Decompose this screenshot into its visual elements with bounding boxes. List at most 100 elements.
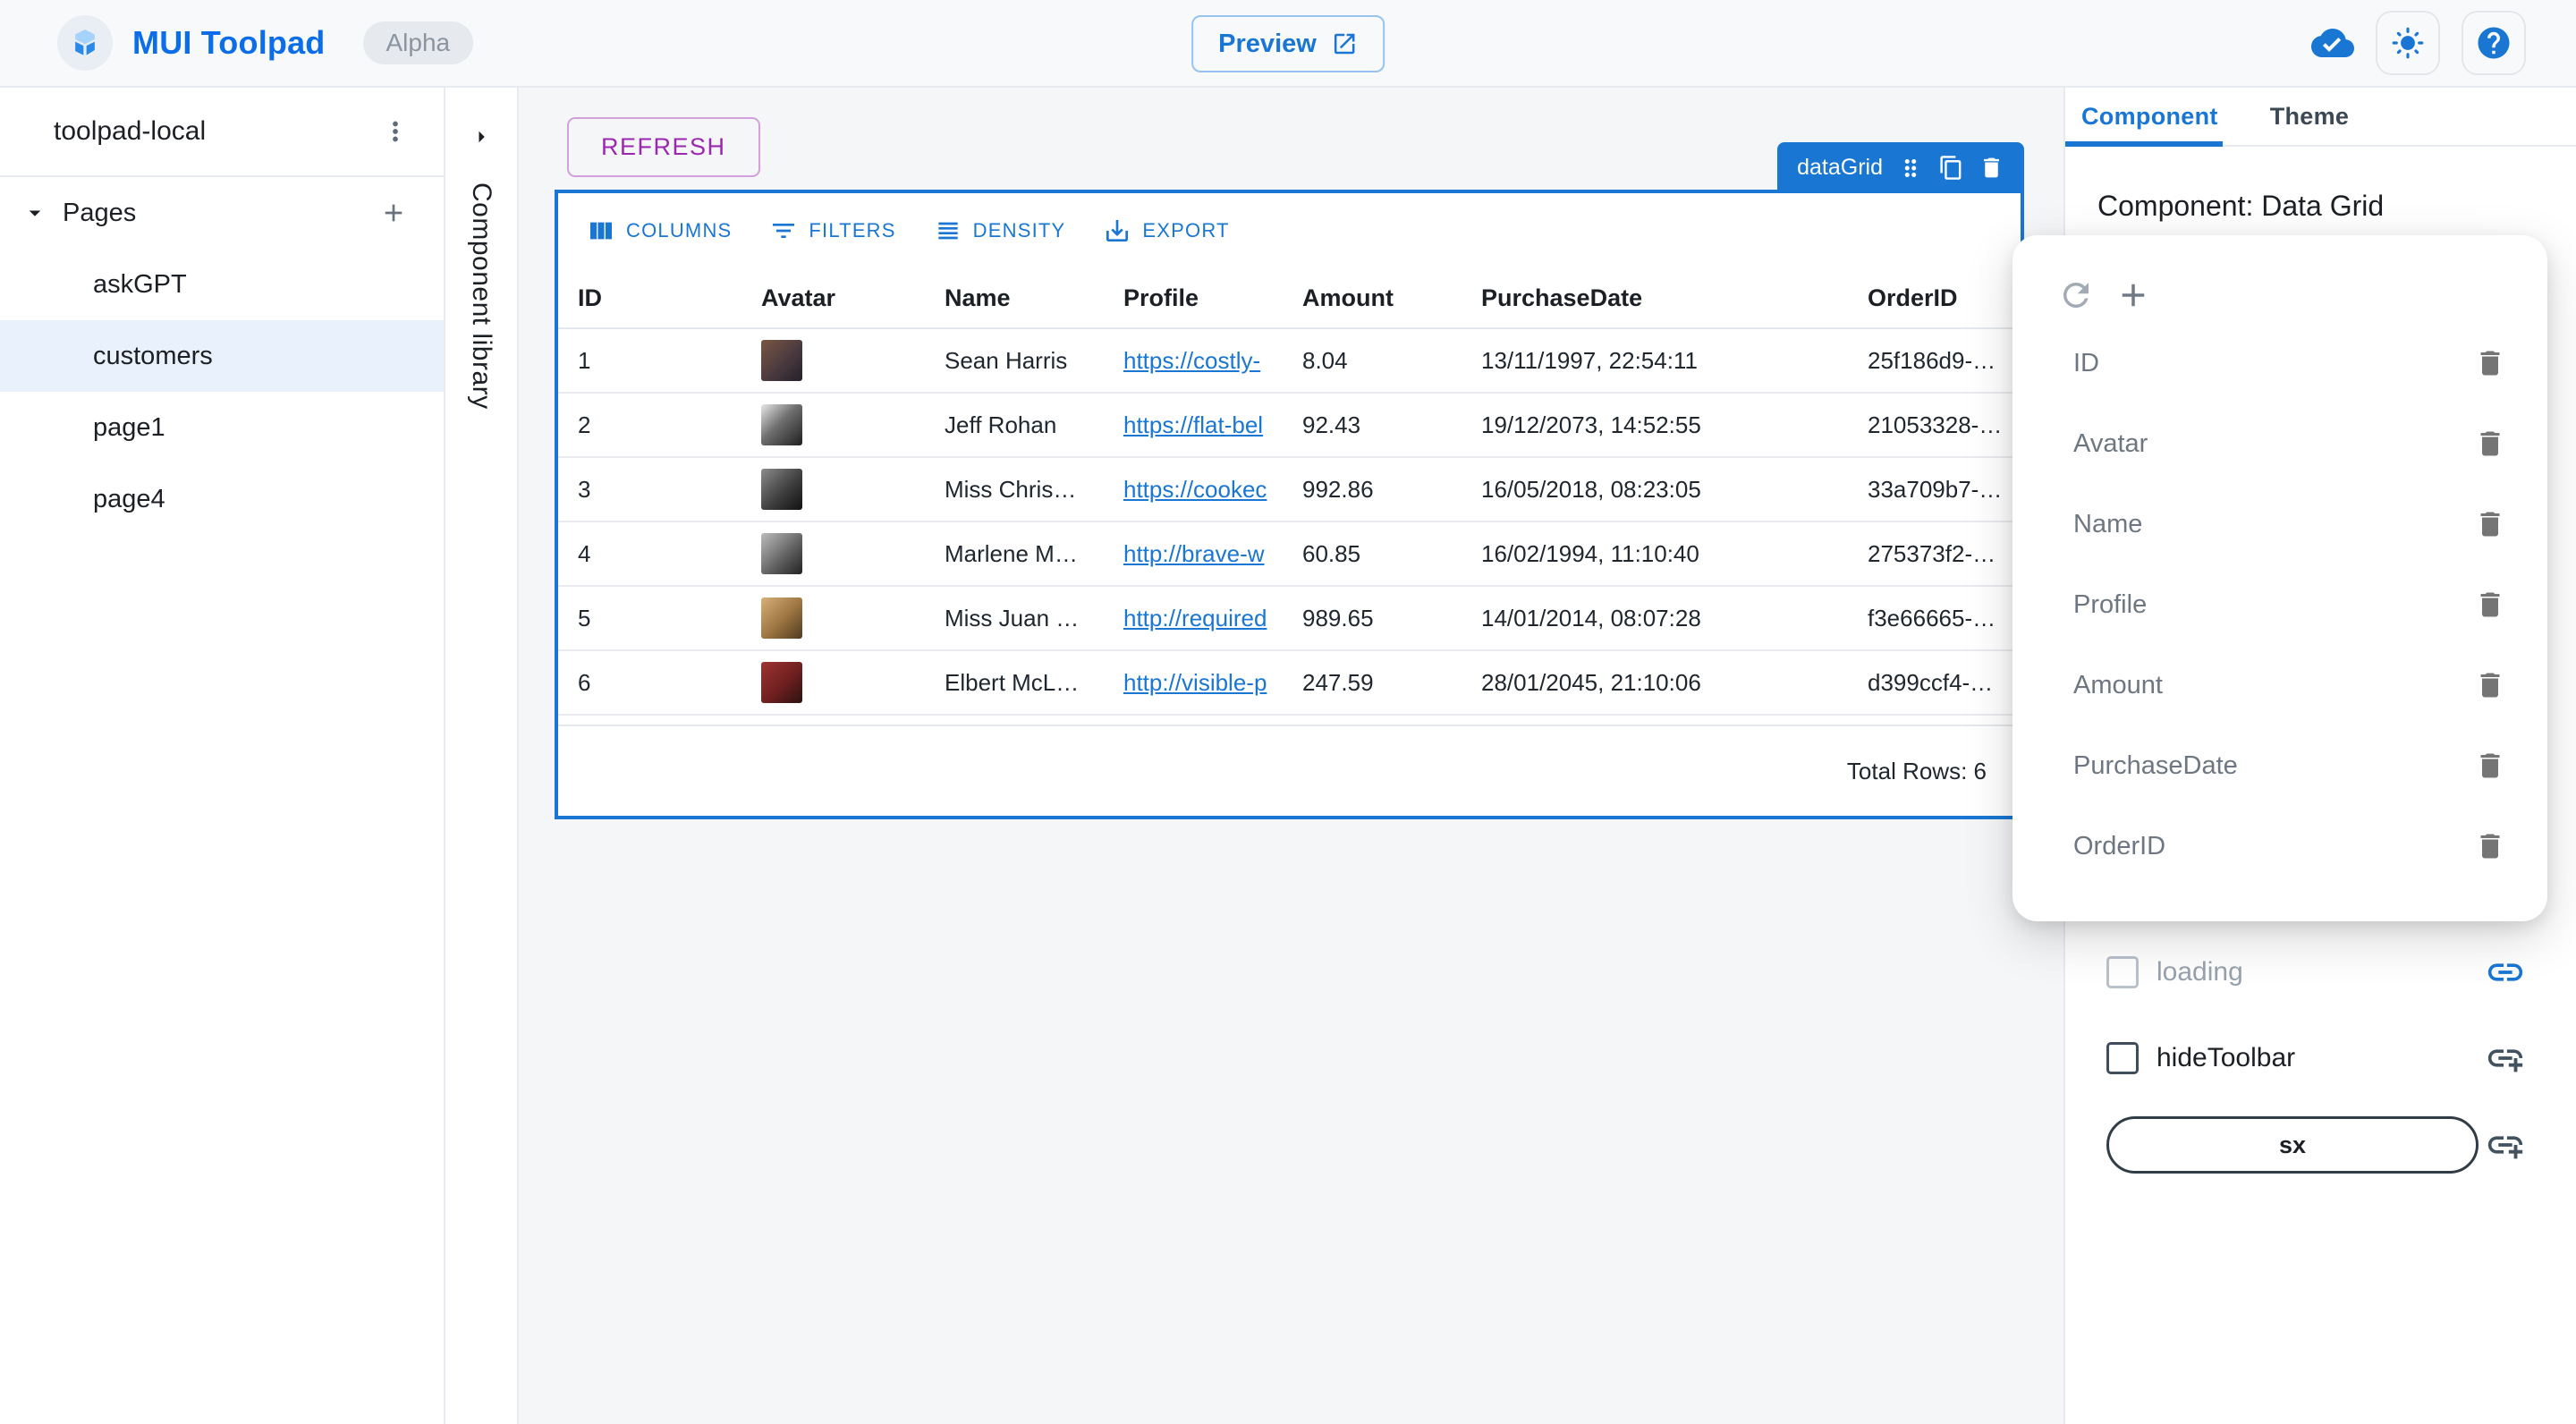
profile-link[interactable]: https://flat-bel xyxy=(1123,411,1263,438)
delete-column-button[interactable] xyxy=(2474,347,2506,379)
help-button[interactable] xyxy=(2462,11,2526,75)
density-toolbar-label: DENSITY xyxy=(973,219,1066,242)
trash-icon xyxy=(2474,669,2506,701)
datagrid-toolbar: COLUMNS FILTERS DENSITY EXPORT xyxy=(558,193,2021,268)
column-item-label[interactable]: ID xyxy=(2073,349,2099,378)
loading-checkbox[interactable] xyxy=(2106,956,2139,988)
kebab-menu-icon xyxy=(380,116,411,147)
theme-toggle-button[interactable] xyxy=(2376,11,2440,75)
selection-hud: dataGrid xyxy=(1777,142,2024,193)
sidebar-item-page1[interactable]: page1 xyxy=(0,392,444,463)
density-toolbar-button[interactable]: DENSITY xyxy=(919,209,1080,252)
cell-profile: https://costly- xyxy=(1104,347,1283,375)
column-header-amount[interactable]: Amount xyxy=(1283,284,1462,312)
column-header-id[interactable]: ID xyxy=(558,284,741,312)
profile-link[interactable]: http://required xyxy=(1123,605,1267,631)
datagrid-component-selected[interactable]: dataGrid COLUMNS xyxy=(555,190,2024,819)
sidebar-item-customers[interactable]: customers xyxy=(0,320,444,392)
export-toolbar-button[interactable]: EXPORT xyxy=(1089,209,1243,252)
delete-column-button[interactable] xyxy=(2474,428,2506,460)
bind-sx-button[interactable] xyxy=(2485,1124,2526,1165)
sidebar-item-page4[interactable]: page4 xyxy=(0,463,444,535)
column-item-label[interactable]: Amount xyxy=(2073,671,2163,700)
open-in-new-icon xyxy=(1331,30,1358,57)
table-row[interactable]: 4 Marlene M… http://brave-w 60.85 16/02/… xyxy=(558,522,2021,587)
filter-list-icon xyxy=(769,216,798,245)
trash-icon xyxy=(2474,589,2506,621)
cell-id: 6 xyxy=(558,669,741,697)
page-item-label: page1 xyxy=(93,413,165,443)
column-item-label[interactable]: Profile xyxy=(2073,590,2147,620)
cell-amount: 8.04 xyxy=(1283,347,1462,375)
bind-hidetoolbar-button[interactable] xyxy=(2485,1038,2526,1079)
table-row[interactable]: 2 Jeff Rohan https://flat-bel 92.43 19/1… xyxy=(558,394,2021,458)
trash-icon xyxy=(2474,428,2506,460)
sidebar-item-askgpt[interactable]: askGPT xyxy=(0,249,444,320)
filters-toolbar-label: FILTERS xyxy=(809,219,895,242)
plus-icon xyxy=(2114,276,2152,314)
table-row[interactable]: 3 Miss Chris… https://cookec 992.86 16/0… xyxy=(558,458,2021,522)
delete-column-button[interactable] xyxy=(2474,830,2506,862)
column-item-label[interactable]: Avatar xyxy=(2073,429,2148,459)
profile-link[interactable]: https://cookec xyxy=(1123,476,1267,503)
cell-purchasedate: 14/01/2014, 08:07:28 xyxy=(1462,605,1848,632)
cell-amount: 92.43 xyxy=(1283,411,1462,439)
cloud-saved-icon xyxy=(2311,21,2354,64)
columns-list: ID Avatar Name Profile Amount PurchaseDa… xyxy=(2012,323,2547,886)
reset-columns-button[interactable] xyxy=(2057,276,2095,314)
profile-link[interactable]: http://brave-w xyxy=(1123,540,1265,567)
duplicate-component-icon[interactable] xyxy=(1938,155,1964,181)
cell-orderid: d399ccf4-… xyxy=(1848,669,2021,697)
hidetoolbar-checkbox[interactable] xyxy=(2106,1042,2139,1074)
selected-component-name: dataGrid xyxy=(1797,155,1883,181)
help-icon xyxy=(2475,24,2512,62)
profile-link[interactable]: https://costly- xyxy=(1123,347,1260,374)
filters-toolbar-button[interactable]: FILTERS xyxy=(755,209,910,252)
column-item-label[interactable]: OrderID xyxy=(2073,832,2165,861)
alpha-badge: Alpha xyxy=(363,21,474,64)
add-page-button[interactable] xyxy=(374,193,413,233)
total-rows-label: Total Rows: 6 xyxy=(1847,758,1987,785)
cell-avatar xyxy=(741,340,925,381)
preview-button[interactable]: Preview xyxy=(1191,15,1385,72)
profile-link[interactable]: http://visible-p xyxy=(1123,669,1267,696)
column-header-purchasedate[interactable]: PurchaseDate xyxy=(1462,284,1848,312)
column-header-profile[interactable]: Profile xyxy=(1104,284,1283,312)
column-header-name[interactable]: Name xyxy=(925,284,1104,312)
delete-column-button[interactable] xyxy=(2474,589,2506,621)
avatar xyxy=(761,533,802,574)
add-column-button[interactable] xyxy=(2114,276,2152,314)
expand-caret-right-icon[interactable] xyxy=(468,123,495,150)
column-header-orderid[interactable]: OrderID xyxy=(1848,284,2021,312)
cell-name: Miss Chris… xyxy=(925,476,1104,504)
avatar xyxy=(761,469,802,510)
refresh-button[interactable]: REFRESH xyxy=(567,117,760,177)
columns-toolbar-button[interactable]: COLUMNS xyxy=(572,209,746,252)
tab-theme[interactable]: Theme xyxy=(2270,103,2350,131)
cell-name: Elbert McL… xyxy=(925,669,1104,697)
delete-component-icon[interactable] xyxy=(1979,155,2004,181)
project-menu-button[interactable] xyxy=(374,110,417,153)
bind-loading-button[interactable] xyxy=(2485,952,2526,993)
column-item-label[interactable]: Name xyxy=(2073,510,2142,539)
drag-handle-icon[interactable] xyxy=(1897,155,1924,182)
delete-column-button[interactable] xyxy=(2474,669,2506,701)
inspector-title: Component: Data Grid xyxy=(2097,190,2576,223)
cell-avatar xyxy=(741,662,925,703)
pages-section-header: Pages xyxy=(0,177,444,249)
tab-component[interactable]: Component xyxy=(2081,103,2218,131)
cell-amount: 992.86 xyxy=(1283,476,1462,504)
table-row[interactable]: 5 Miss Juan … http://required 989.65 14/… xyxy=(558,587,2021,651)
column-header-avatar[interactable]: Avatar xyxy=(741,284,925,312)
table-row[interactable]: 1 Sean Harris https://costly- 8.04 13/11… xyxy=(558,329,2021,394)
view-columns-icon xyxy=(587,216,615,245)
delete-column-button[interactable] xyxy=(2474,508,2506,540)
page-item-label: page4 xyxy=(93,485,165,514)
table-row[interactable]: 6 Elbert McL… http://visible-p 247.59 28… xyxy=(558,651,2021,716)
collapse-caret-icon[interactable] xyxy=(21,199,48,226)
column-item-label[interactable]: PurchaseDate xyxy=(2073,751,2238,781)
sx-button[interactable]: sx xyxy=(2106,1116,2479,1174)
delete-column-button[interactable] xyxy=(2474,750,2506,782)
mui-toolpad-logo-icon xyxy=(57,15,113,71)
component-library-strip[interactable]: Component library xyxy=(445,88,519,1424)
